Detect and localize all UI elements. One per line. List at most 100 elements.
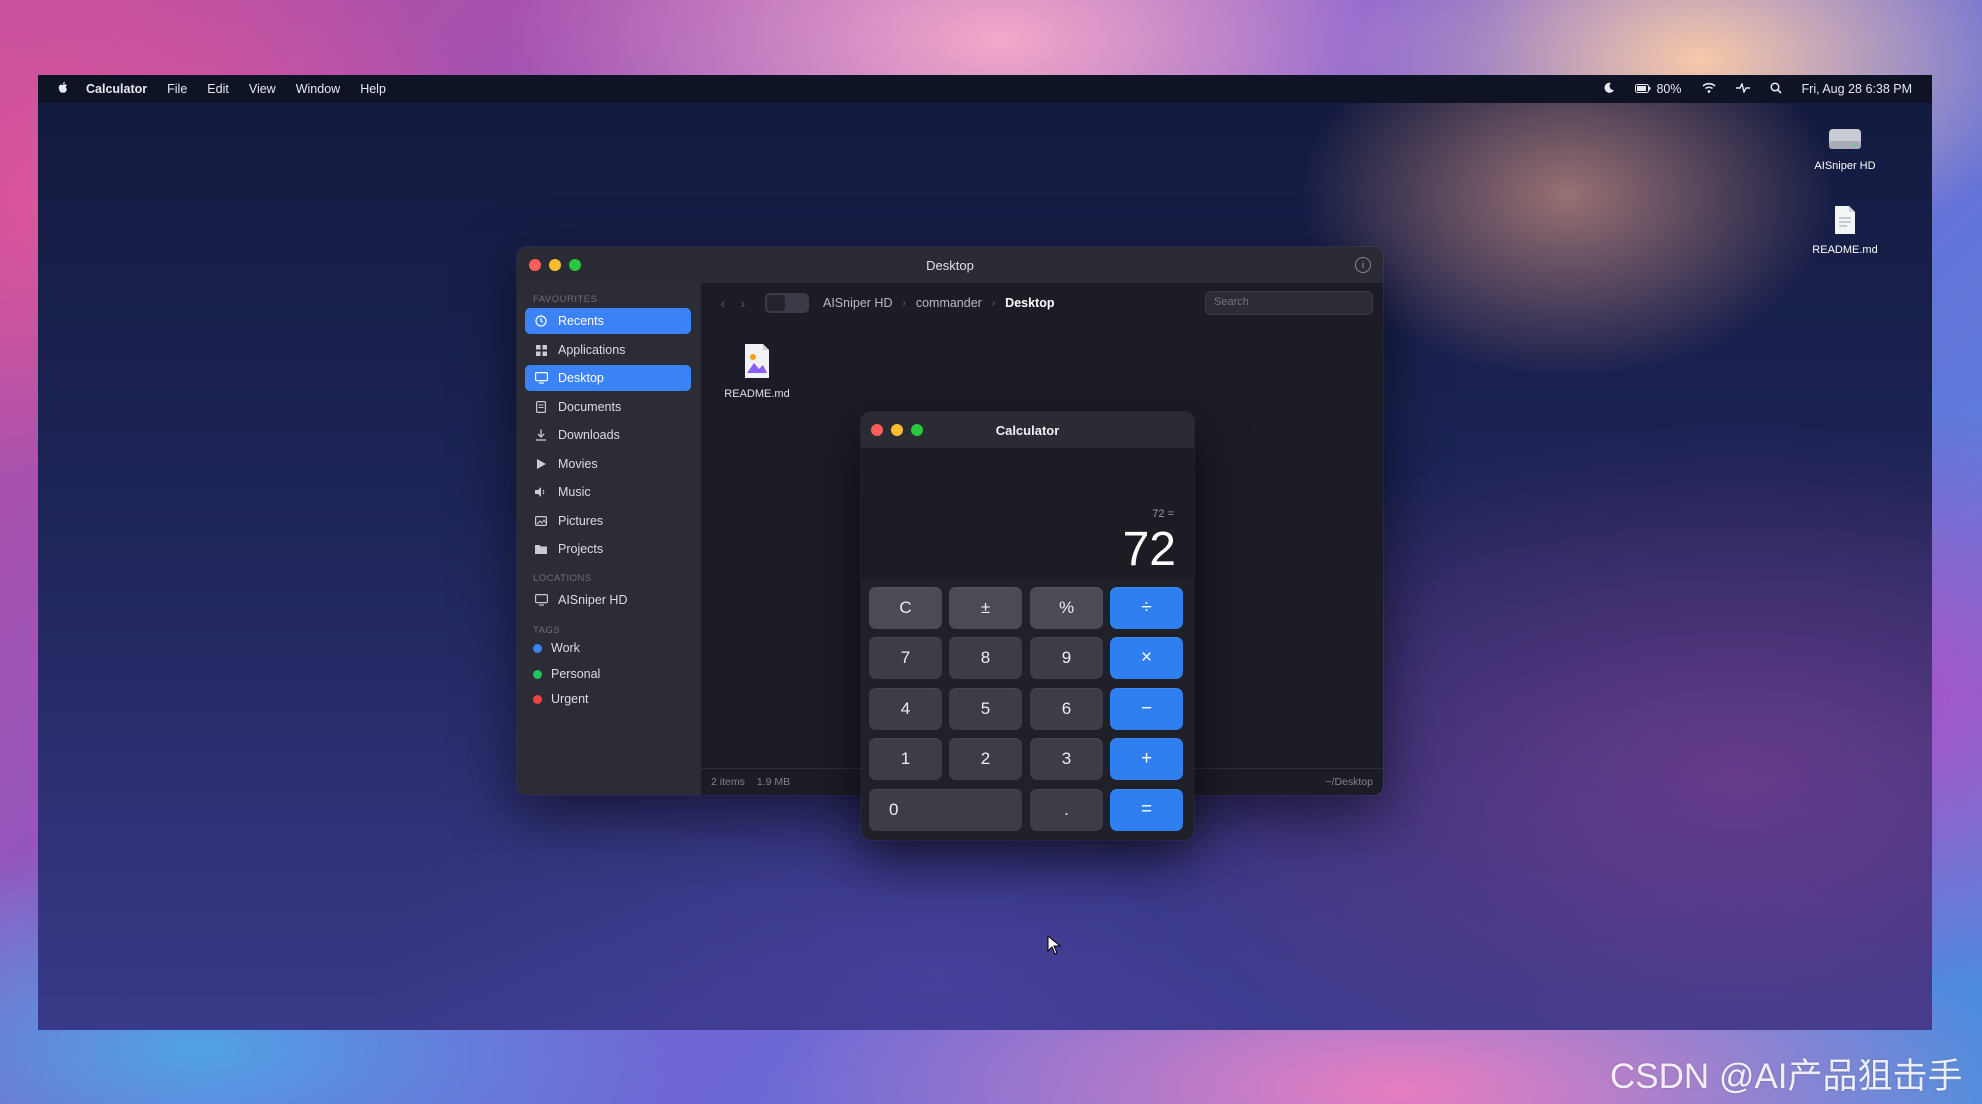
status-item-count: 2 items [711, 776, 745, 788]
key-equals[interactable]: = [1110, 789, 1183, 831]
tag-color-dot [533, 643, 542, 653]
breadcrumb-user[interactable]: commander [916, 296, 982, 310]
calculator-window: Calculator 72 = 72 C ± % ÷ 7 8 9 × 4 5 6… [861, 412, 1194, 840]
finder-sidebar: FAVOURITES Recents Applications Desktop … [517, 283, 701, 795]
sidebar-item-label: Music [558, 485, 591, 499]
sidebar-item-projects[interactable]: Projects [525, 536, 691, 562]
key-divide[interactable]: ÷ [1110, 587, 1183, 629]
key-3[interactable]: 3 [1030, 738, 1103, 780]
apple-menu-icon[interactable] [58, 81, 70, 97]
key-decimal[interactable]: . [1030, 789, 1103, 831]
battery-icon [1635, 82, 1651, 96]
status-size: 1.9 MB [756, 776, 791, 788]
breadcrumb-current[interactable]: Desktop [1005, 296, 1054, 310]
menu-view[interactable]: View [249, 82, 276, 96]
sidebar-heading-favourites: FAVOURITES [533, 294, 598, 305]
mouse-cursor-icon [1047, 934, 1062, 960]
download-icon [534, 428, 548, 442]
menu-app-name[interactable]: Calculator [86, 82, 147, 96]
key-9[interactable]: 9 [1030, 637, 1103, 679]
desktop-icon-drive-label: AISniper HD [1814, 160, 1876, 172]
finder-titlebar[interactable]: Desktop i [517, 247, 1383, 283]
file-readme[interactable]: README.md [717, 343, 797, 400]
image-file-icon [743, 343, 771, 382]
sidebar-item-downloads[interactable]: Downloads [525, 422, 691, 448]
desktop-screen: Calculator File Edit View Window Help 80… [38, 75, 1932, 1030]
chevron-right-icon: › [991, 297, 996, 309]
sidebar-item-recents[interactable]: Recents [525, 308, 691, 334]
tag-label: Personal [551, 667, 601, 681]
menu-bar: Calculator File Edit View Window Help 80… [38, 75, 1932, 103]
play-icon [534, 457, 548, 471]
menu-edit[interactable]: Edit [207, 82, 229, 96]
view-toggle[interactable] [765, 293, 809, 313]
document-icon [534, 400, 548, 414]
key-sign[interactable]: ± [949, 587, 1022, 629]
sidebar-heading-tags: TAGS [533, 625, 561, 636]
sidebar-item-music[interactable]: Music [525, 479, 691, 505]
finder-toolbar: ‹ › AISniper HD › commander › Desktop [701, 283, 1383, 323]
sidebar-item-label: Recents [558, 314, 604, 328]
chevron-right-icon: › [902, 297, 906, 309]
breadcrumb-drive[interactable]: AISniper HD [823, 296, 892, 310]
finder-search-input[interactable] [1206, 292, 1372, 312]
key-minus[interactable]: − [1110, 688, 1183, 730]
sidebar-item-desktop[interactable]: Desktop [525, 365, 691, 391]
menu-clock[interactable]: Fri, Aug 28 6:38 PM [1802, 82, 1912, 96]
key-0[interactable]: 0 [869, 789, 1022, 831]
sidebar-tag-work[interactable]: Work [533, 641, 580, 655]
key-1[interactable]: 1 [869, 738, 942, 780]
calculator-expression: 72 = [1152, 508, 1174, 520]
file-label: README.md [724, 388, 790, 400]
desktop-icon-drive[interactable]: AISniper HD [1800, 127, 1890, 172]
forward-icon[interactable]: › [733, 295, 753, 311]
monitor-icon [534, 593, 548, 607]
key-6[interactable]: 6 [1030, 688, 1103, 730]
document-icon [1800, 205, 1890, 238]
sidebar-item-movies[interactable]: Movies [525, 451, 691, 477]
desktop-icon-readme-label: README.md [1812, 244, 1878, 256]
key-5[interactable]: 5 [949, 688, 1022, 730]
key-4[interactable]: 4 [869, 688, 942, 730]
activity-icon[interactable] [1735, 81, 1750, 96]
sidebar-item-aisniper-hd[interactable]: AISniper HD [525, 587, 691, 613]
menu-help[interactable]: Help [360, 82, 386, 96]
moon-icon[interactable] [1603, 82, 1615, 97]
finder-search[interactable] [1205, 291, 1373, 315]
tag-label: Work [551, 641, 580, 655]
key-multiply[interactable]: × [1110, 637, 1183, 679]
sidebar-item-label: Movies [558, 457, 598, 471]
sidebar-item-pictures[interactable]: Pictures [525, 508, 691, 534]
clock-icon [534, 314, 548, 328]
menu-window[interactable]: Window [296, 82, 340, 96]
tag-color-dot [533, 669, 542, 679]
sidebar-item-applications[interactable]: Applications [525, 337, 691, 363]
calculator-result: 72 [1122, 523, 1176, 576]
calculator-titlebar[interactable]: Calculator [861, 412, 1194, 448]
desktop-icon-readme[interactable]: README.md [1800, 205, 1890, 256]
back-icon[interactable]: ‹ [713, 295, 733, 311]
calculator-title: Calculator [995, 423, 1060, 438]
finder-title: Desktop [926, 258, 974, 273]
info-icon[interactable]: i [1355, 257, 1371, 273]
sidebar-item-label: Downloads [558, 428, 620, 442]
key-clear[interactable]: C [869, 587, 942, 629]
key-7[interactable]: 7 [869, 637, 942, 679]
speaker-icon [534, 485, 548, 499]
menu-file[interactable]: File [167, 82, 187, 96]
wifi-icon[interactable] [1701, 82, 1716, 96]
key-8[interactable]: 8 [949, 637, 1022, 679]
key-percent[interactable]: % [1030, 587, 1103, 629]
sidebar-tag-urgent[interactable]: Urgent [533, 692, 589, 706]
sidebar-item-label: Applications [558, 343, 626, 357]
battery-status[interactable]: 80% [1635, 82, 1682, 96]
sidebar-item-label: Desktop [558, 371, 604, 385]
key-plus[interactable]: + [1110, 738, 1183, 780]
key-2[interactable]: 2 [949, 738, 1022, 780]
sidebar-item-documents[interactable]: Documents [525, 394, 691, 420]
battery-percent: 80% [1656, 82, 1682, 96]
sidebar-item-label: Documents [558, 400, 622, 414]
sidebar-heading-locations: LOCATIONS [533, 573, 592, 584]
sidebar-tag-personal[interactable]: Personal [533, 667, 600, 681]
spotlight-search-icon[interactable] [1769, 81, 1782, 97]
